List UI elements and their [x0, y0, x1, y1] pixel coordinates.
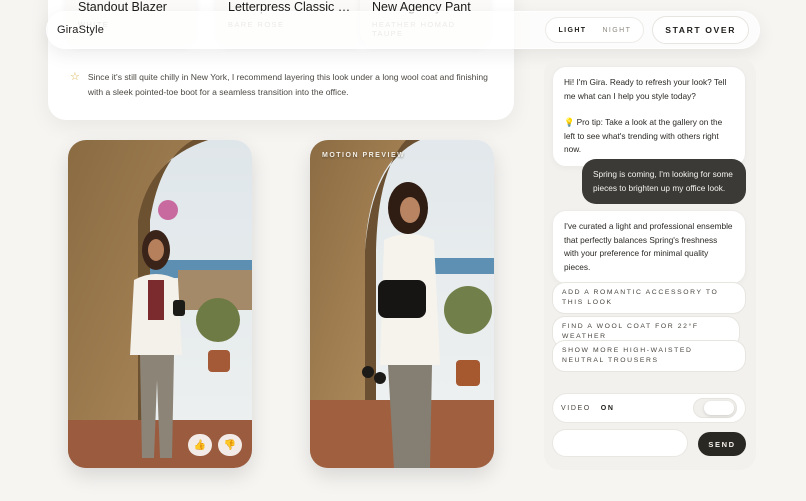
video-switch-knob	[704, 401, 734, 415]
message-text: I've curated a light and professional en…	[564, 221, 733, 272]
suggestion-chip[interactable]: ADD A ROMANTIC ACCESSORY TO THIS LOOK	[552, 282, 746, 314]
theme-night-option[interactable]: NIGHT	[594, 22, 639, 39]
send-button[interactable]: SEND	[698, 432, 746, 456]
chat-message-user: Spring is coming, I'm looking for some p…	[582, 159, 746, 205]
message-text: Hi! I'm Gira. Ready to refresh your look…	[564, 77, 727, 101]
message-input[interactable]	[552, 429, 688, 457]
suggestion-chip[interactable]: SHOW MORE HIGH-WAISTED NEUTRAL TROUSERS	[552, 340, 746, 372]
message-text: 💡 Pro tip: Take a look at the gallery on…	[564, 117, 723, 155]
star-icon: ☆	[70, 71, 80, 83]
start-over-button[interactable]: START OVER	[652, 16, 749, 44]
message-text: Spring is coming, I'm looking for some p…	[593, 169, 733, 193]
theme-light-option[interactable]: LIGHT	[550, 22, 594, 39]
styling-tip: ☆ Since it's still quite chilly in New Y…	[70, 70, 490, 100]
theme-toggle[interactable]: LIGHT NIGHT	[545, 17, 645, 43]
chat-message-ai: Hi! I'm Gira. Ready to refresh your look…	[552, 66, 746, 167]
thumbs-up-icon[interactable]: 👍	[188, 434, 212, 456]
thumbs-down-icon[interactable]: 👎	[218, 434, 242, 456]
feedback-buttons: 👍 👎	[188, 434, 242, 456]
video-state: ON	[600, 404, 615, 412]
outfit-photo	[68, 140, 252, 468]
video-label: VIDEO	[561, 404, 591, 412]
motion-preview-label: MOTION PREVIEW	[322, 152, 406, 159]
video-toggle-row: VIDEO ON	[552, 393, 746, 423]
chat-message-ai: I've curated a light and professional en…	[552, 210, 746, 285]
video-switch[interactable]	[693, 398, 737, 418]
top-bar: GiraStyle LIGHT NIGHT START OVER	[46, 11, 760, 49]
gallery-photo-motion[interactable]: MOTION PREVIEW	[310, 140, 494, 468]
outfit-photo	[310, 140, 494, 468]
styling-tip-text: Since it's still quite chilly in New Yor…	[87, 72, 488, 97]
brand-logo[interactable]: GiraStyle	[57, 24, 104, 36]
gallery-photo-still[interactable]: 👍 👎	[68, 140, 252, 468]
